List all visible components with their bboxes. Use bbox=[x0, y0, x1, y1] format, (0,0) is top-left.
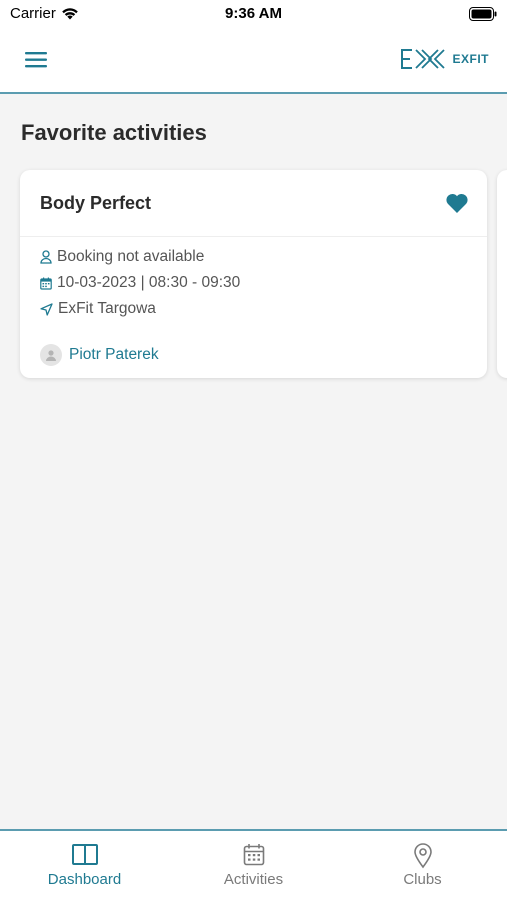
exfit-logo: EXFIT bbox=[400, 48, 489, 70]
location-row: ExFit Targowa bbox=[40, 300, 156, 318]
date-time-row: 10-03-2023 | 08:30 - 09:30 bbox=[40, 274, 240, 292]
hamburger-icon bbox=[25, 52, 47, 68]
tab-dashboard-label: Dashboard bbox=[47, 871, 122, 888]
calendar-icon bbox=[243, 844, 264, 866]
tab-clubs-label: Clubs bbox=[403, 871, 442, 888]
heart-icon bbox=[446, 194, 468, 213]
trainer-link[interactable]: Piotr Paterek bbox=[40, 344, 159, 366]
location-arrow-icon bbox=[40, 302, 53, 316]
next-activity-card[interactable] bbox=[497, 170, 507, 378]
clock: 9:36 AM bbox=[225, 5, 282, 22]
battery-icon bbox=[469, 7, 497, 25]
trainer-name: Piotr Paterek bbox=[69, 346, 159, 363]
user-icon bbox=[40, 250, 52, 264]
booking-status: Booking not available bbox=[57, 248, 205, 265]
tab-clubs[interactable]: Clubs bbox=[338, 831, 507, 900]
logo-mark-icon bbox=[401, 49, 446, 69]
avatar bbox=[40, 344, 62, 366]
map-pin-icon bbox=[413, 843, 432, 869]
activity-location: ExFit Targowa bbox=[58, 300, 156, 317]
page-title: Favorite activities bbox=[21, 120, 207, 145]
activity-card[interactable]: Body Perfect Booking not available 10-03… bbox=[20, 170, 487, 378]
app-header: EXFIT bbox=[0, 30, 507, 94]
activity-date-time: 10-03-2023 | 08:30 - 09:30 bbox=[57, 274, 241, 291]
tab-dashboard[interactable]: Dashboard bbox=[0, 831, 169, 900]
tab-bar: Dashboard Activities Clubs bbox=[0, 829, 507, 900]
favorite-button[interactable] bbox=[445, 192, 469, 214]
booking-status-row: Booking not available bbox=[40, 248, 204, 266]
calendar-small-icon bbox=[40, 277, 52, 290]
tab-activities-label: Activities bbox=[223, 871, 284, 888]
card-divider bbox=[20, 236, 487, 237]
menu-button[interactable] bbox=[22, 47, 50, 73]
dashboard-icon bbox=[71, 844, 98, 865]
activity-title: Body Perfect bbox=[40, 193, 152, 213]
logo-text: EXFIT bbox=[452, 52, 489, 66]
tab-activities[interactable]: Activities bbox=[169, 831, 338, 900]
avatar-person-icon bbox=[46, 350, 56, 361]
status-bar: Carrier 9:36 AM bbox=[0, 0, 507, 30]
